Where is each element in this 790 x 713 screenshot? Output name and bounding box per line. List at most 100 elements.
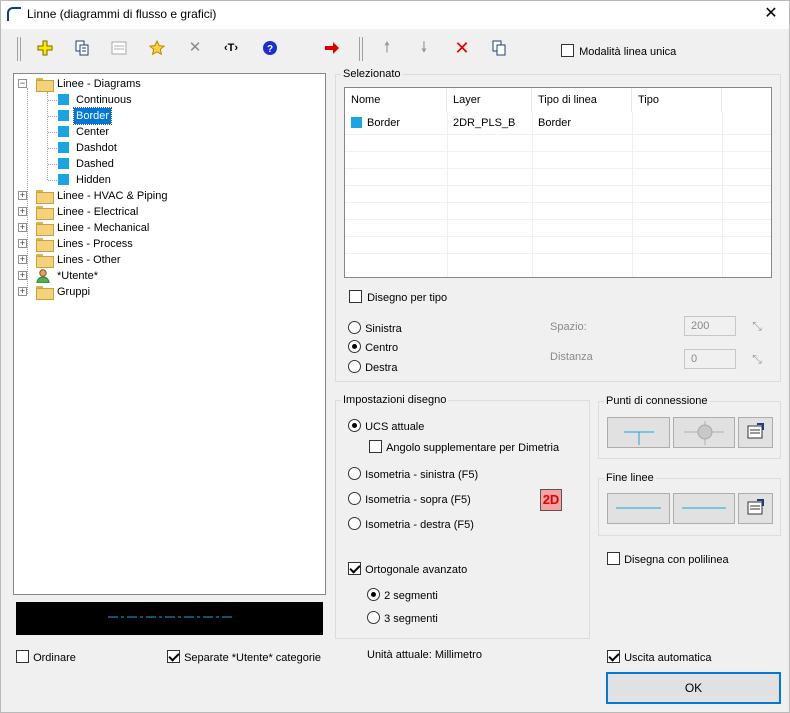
collapse-icon[interactable]: − <box>18 79 27 88</box>
iso-top-radio[interactable]: Isometria - sopra (F5) <box>348 492 471 506</box>
align-left-label: Sinistra <box>365 323 402 335</box>
align-right-radio[interactable]: Destra <box>348 360 397 374</box>
settings-icon <box>747 423 764 439</box>
iso-right-radio[interactable]: Isometria - destra (F5) <box>348 517 474 531</box>
connection-start-icon <box>624 431 654 445</box>
tree-guide <box>47 92 48 180</box>
units-text: Unità attuale: Millimetro <box>367 649 482 661</box>
pick-spacing-icon: ⤡ <box>752 319 762 333</box>
mode-2d-badge[interactable]: 2D <box>540 489 562 511</box>
sort-box[interactable] <box>16 650 29 663</box>
ortho-box[interactable] <box>348 562 361 575</box>
column-header-linetype[interactable]: Tipo di linea <box>532 88 632 112</box>
drawing-settings-title: Impostazioni disegno <box>341 394 449 406</box>
seg2-radio[interactable]: 2 segmenti <box>367 588 438 602</box>
align-center-radio-dot[interactable] <box>348 340 361 353</box>
lines-tree[interactable]: − Linee - Diagrams Continuous Border Cen… <box>13 73 326 595</box>
connection-start-button[interactable] <box>607 417 670 448</box>
spacing-label: Spazio: <box>550 321 587 333</box>
selected-group-title: Selezionato <box>341 68 403 80</box>
expand-icon[interactable]: + <box>18 239 27 248</box>
tree-group-label: Linee - HVAC & Piping <box>57 190 168 202</box>
copy-button[interactable] <box>71 37 93 59</box>
help-button[interactable]: ? <box>259 37 281 59</box>
app-icon <box>7 7 21 21</box>
align-left-radio[interactable]: Sinistra <box>348 321 402 335</box>
seg3-label: 3 segmenti <box>384 613 438 625</box>
align-right-radio-dot[interactable] <box>348 360 361 373</box>
draw-by-type-box[interactable] <box>349 290 362 303</box>
expand-icon[interactable]: + <box>18 271 27 280</box>
folder-icon <box>36 286 54 300</box>
polyline-box[interactable] <box>607 552 620 565</box>
properties-icon <box>111 41 127 55</box>
column-header-name[interactable]: Nome <box>345 88 447 112</box>
duplicate-icon <box>492 40 506 56</box>
grid-row-line <box>345 236 771 237</box>
tree-item-label: Continuous <box>76 94 132 106</box>
dimetria-checkbox[interactable]: Angolo supplementare per Dimetria <box>369 440 559 454</box>
dimetria-box[interactable] <box>369 440 382 453</box>
toolbar-grip-2[interactable] <box>359 37 363 61</box>
line-ends-settings-button[interactable] <box>738 493 773 524</box>
line-start-button[interactable] <box>607 493 670 524</box>
close-icon[interactable]: ✕ <box>761 4 781 24</box>
separate-user-box[interactable] <box>167 650 180 663</box>
align-left-radio-dot[interactable] <box>348 321 361 334</box>
insert-arrow-button[interactable] <box>321 37 343 59</box>
single-line-mode-box[interactable] <box>561 44 574 57</box>
folder-icon <box>36 222 54 236</box>
seg2-label: 2 segmenti <box>384 590 438 602</box>
expand-icon[interactable]: + <box>18 207 27 216</box>
pick-distance-icon: ⤡ <box>752 352 762 366</box>
auto-exit-box[interactable] <box>607 650 620 663</box>
remove-icon[interactable]: ✕ <box>451 37 473 59</box>
distance-input: 0 <box>684 349 736 369</box>
seg2-radio-dot[interactable] <box>367 588 380 601</box>
iso-right-radio-dot[interactable] <box>348 517 361 530</box>
iso-left-radio-dot[interactable] <box>348 467 361 480</box>
table-row[interactable]: Border 2DR_PLS_B Border <box>345 112 771 134</box>
iso-top-radio-dot[interactable] <box>348 492 361 505</box>
seg3-radio-dot[interactable] <box>367 611 380 624</box>
tree-guide <box>48 100 57 101</box>
iso-left-radio[interactable]: Isometria - sinistra (F5) <box>348 467 478 481</box>
iso-top-label: Isometria - sopra (F5) <box>365 494 471 506</box>
properties-button <box>108 37 130 59</box>
connection-end-button[interactable] <box>673 417 735 448</box>
line-end-button[interactable] <box>673 493 735 524</box>
linetype-icon <box>58 126 69 137</box>
polyline-checkbox[interactable]: Disegna con polilinea <box>607 552 729 566</box>
favorite-button[interactable] <box>146 37 168 59</box>
ok-button[interactable]: OK <box>606 672 781 704</box>
column-header-layer[interactable]: Layer <box>447 88 532 112</box>
draw-by-type-checkbox[interactable]: Disegno per tipo <box>349 290 447 304</box>
expand-icon[interactable]: + <box>18 255 27 264</box>
cell-layer: 2DR_PLS_B <box>453 117 516 129</box>
connection-settings-button[interactable] <box>738 417 773 448</box>
ortho-checkbox[interactable]: Ortogonale avanzato <box>348 562 467 576</box>
single-line-mode-checkbox[interactable]: Modalità linea unica <box>561 44 676 58</box>
tree-item-label: Border <box>72 107 113 125</box>
expand-icon[interactable]: + <box>18 223 27 232</box>
auto-exit-checkbox[interactable]: Uscita automatica <box>607 650 712 664</box>
expand-icon[interactable]: + <box>18 287 27 296</box>
column-header-type[interactable]: Tipo <box>632 88 722 112</box>
sort-checkbox[interactable]: Ordinare <box>16 650 76 664</box>
plus-icon <box>37 40 53 56</box>
text-icon[interactable]: ‹T› <box>220 37 242 59</box>
expand-icon[interactable]: + <box>18 191 27 200</box>
tree-guide <box>27 88 28 294</box>
separate-user-label: Separate *Utente* categorie <box>184 652 322 664</box>
folder-icon <box>36 238 54 252</box>
align-center-radio[interactable]: Centro <box>348 340 398 354</box>
add-line-button[interactable] <box>34 37 56 59</box>
selected-grid[interactable]: Nome Layer Tipo di linea Tipo Border 2DR… <box>344 87 772 278</box>
toolbar-grip[interactable] <box>17 37 21 61</box>
duplicate-button[interactable] <box>488 37 510 59</box>
seg3-radio[interactable]: 3 segmenti <box>367 611 438 625</box>
ucs-radio-dot[interactable] <box>348 419 361 432</box>
separate-user-checkbox[interactable]: Separate *Utente* categorie <box>167 650 321 664</box>
ucs-radio[interactable]: UCS attuale <box>348 419 424 433</box>
draw-by-type-label: Disegno per tipo <box>367 292 448 304</box>
